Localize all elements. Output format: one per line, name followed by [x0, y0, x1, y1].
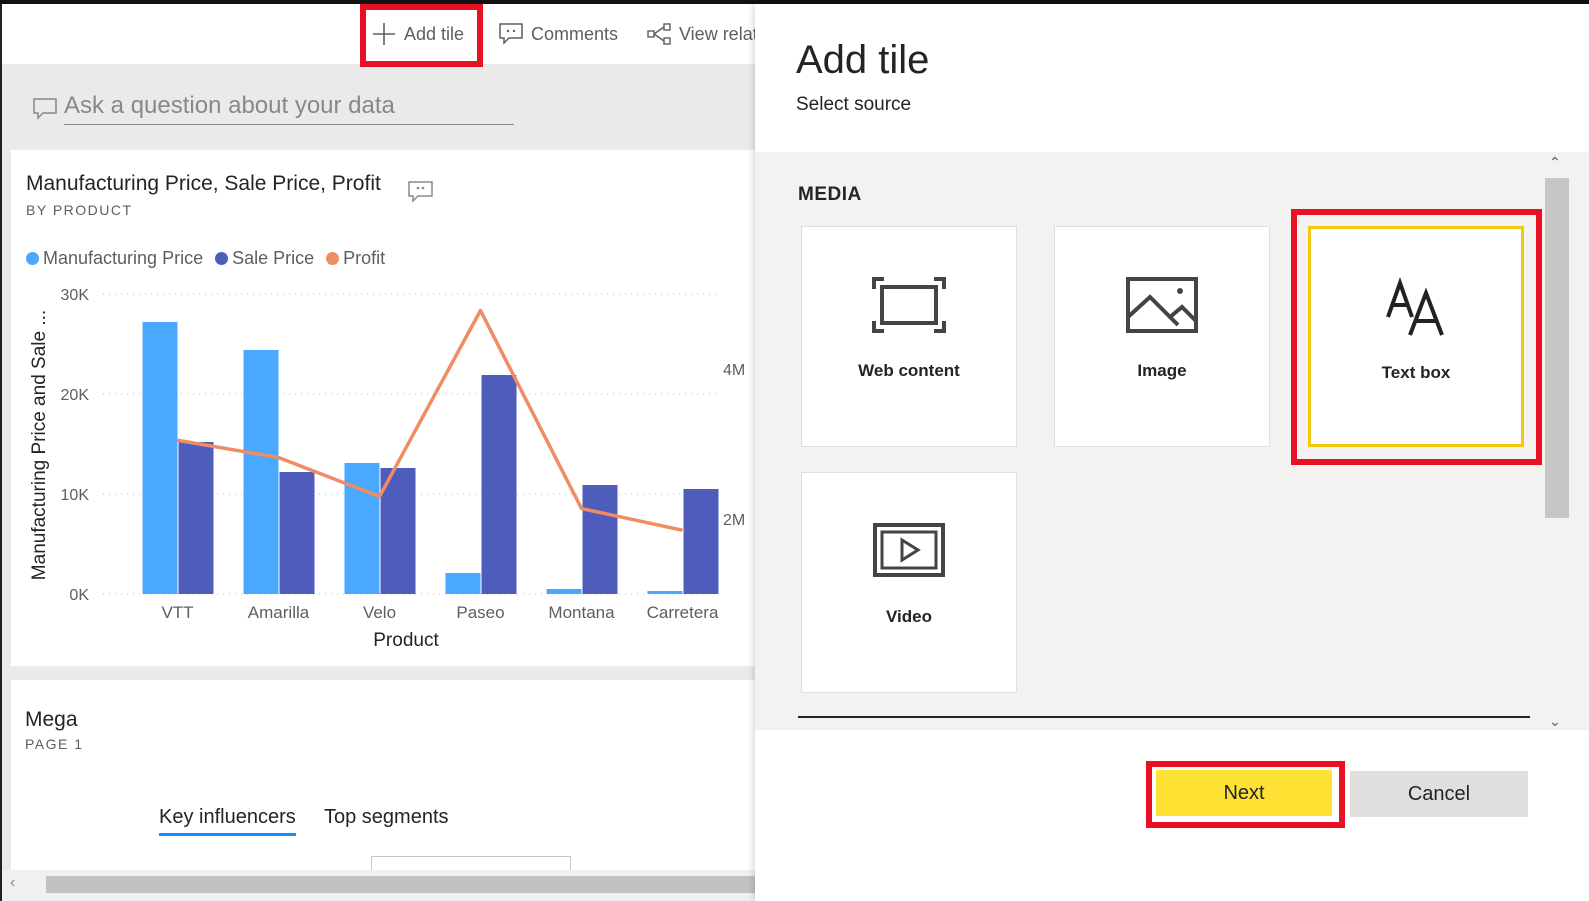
- legend-label: Sale Price: [232, 248, 315, 268]
- comments-button[interactable]: Comments: [499, 20, 618, 48]
- legend-swatch: [215, 252, 229, 265]
- dashboard-canvas: Add tile Comments View relat Ask a quest…: [0, 4, 767, 901]
- qa-search[interactable]: Ask a question about your data: [32, 88, 514, 128]
- highlight-next: [1146, 761, 1345, 828]
- bar: [279, 472, 315, 594]
- comments-label: Comments: [531, 23, 619, 44]
- y-axis-title: Manufacturing Price and Sale ...: [29, 310, 50, 580]
- x-tick-label: Montana: [548, 603, 615, 622]
- mega-tile[interactable]: Mega PAGE 1 Key influencers Top segments: [11, 680, 767, 901]
- y2-tick-label: 4M: [723, 362, 745, 379]
- chart-tile-title: Manufacturing Price, Sale Price, Profit: [26, 172, 381, 195]
- card-label: Video: [886, 607, 932, 626]
- add-tile-pane: Add tile Select source MEDIA Web content…: [755, 4, 1589, 901]
- cancel-button[interactable]: Cancel: [1350, 771, 1528, 817]
- legend-item: Sale Price: [215, 248, 314, 269]
- web-content-card[interactable]: Web content: [801, 226, 1017, 447]
- bar: [647, 591, 683, 594]
- y-tick-label: 30K: [61, 287, 90, 304]
- legend-item: Profit: [326, 248, 385, 269]
- video-icon: [873, 523, 945, 577]
- legend-label: Manufacturing Price: [43, 248, 204, 268]
- pane-title: Add tile: [796, 38, 930, 82]
- legend-label: Profit: [343, 248, 386, 268]
- vertical-scrollbar[interactable]: ⌃ ⌄: [1544, 152, 1569, 730]
- bar: [582, 485, 618, 594]
- y-tick-label: 0K: [69, 587, 89, 604]
- legend-item: Manufacturing Price: [26, 248, 203, 269]
- view-related-label: View relat: [679, 23, 758, 44]
- image-card[interactable]: Image: [1054, 226, 1270, 447]
- legend-swatch: [26, 252, 39, 265]
- horizontal-scrollbar[interactable]: ‹: [2, 870, 767, 901]
- chart-legend: Manufacturing Price Sale Price Profit: [26, 248, 385, 269]
- question-bubble-icon: [33, 98, 57, 120]
- x-tick-label: VTT: [161, 603, 193, 622]
- scrollbar-thumb[interactable]: [1545, 178, 1569, 518]
- x-axis-title: Product: [373, 630, 439, 651]
- pane-subtitle: Select source: [796, 94, 912, 115]
- qa-input[interactable]: Ask a question about your data: [64, 92, 514, 125]
- comment-icon: [499, 23, 523, 45]
- x-tick-label: Paseo: [456, 603, 504, 622]
- x-tick-label: Velo: [363, 603, 396, 622]
- y-tick-label: 20K: [61, 387, 90, 404]
- web-content-icon: [872, 277, 946, 333]
- y2-tick-label: 2M: [723, 512, 745, 529]
- x-tick-label: Amarilla: [248, 603, 310, 622]
- bar: [546, 589, 582, 594]
- section-heading: MEDIA: [798, 184, 862, 205]
- scroll-down-icon[interactable]: ⌄: [1549, 713, 1561, 730]
- mega-tile-title: Mega: [25, 708, 78, 731]
- image-icon: [1126, 277, 1198, 333]
- y-tick-label: 10K: [61, 487, 90, 504]
- x-tick-label: Carretera: [647, 603, 719, 622]
- bar: [481, 375, 517, 594]
- chart-tile-subtitle: BY PRODUCT: [26, 202, 133, 218]
- view-related-button[interactable]: View relat: [647, 20, 758, 48]
- section-divider: [798, 716, 1530, 718]
- bar: [243, 350, 279, 594]
- mega-tile-subtitle: PAGE 1: [25, 736, 84, 752]
- bar: [142, 322, 178, 594]
- bar: [683, 489, 719, 594]
- legend-swatch: [326, 252, 340, 265]
- scroll-left-icon[interactable]: ‹: [10, 874, 15, 892]
- scroll-up-icon[interactable]: ⌃: [1549, 154, 1561, 171]
- chart-tile[interactable]: Manufacturing Price, Sale Price, Profit …: [11, 150, 767, 666]
- scrollbar-thumb[interactable]: [46, 876, 761, 893]
- tab-top-segments[interactable]: Top segments: [324, 806, 449, 833]
- tile-comment-icon[interactable]: [408, 180, 434, 204]
- bar: [178, 442, 214, 594]
- highlight-text-box: [1291, 209, 1542, 465]
- video-card[interactable]: Video: [801, 472, 1017, 693]
- highlight-add-tile: [360, 4, 483, 67]
- card-label: Web content: [858, 361, 960, 380]
- card-label: Image: [1137, 361, 1187, 380]
- share-nodes-icon: [647, 23, 671, 45]
- combo-chart: 0K 10K 20K 30K 2M 4M VTT Amarilla Velo Paseo Monta…: [29, 287, 745, 651]
- bar: [344, 463, 380, 594]
- bar: [445, 573, 481, 594]
- tab-key-influencers[interactable]: Key influencers: [159, 806, 296, 836]
